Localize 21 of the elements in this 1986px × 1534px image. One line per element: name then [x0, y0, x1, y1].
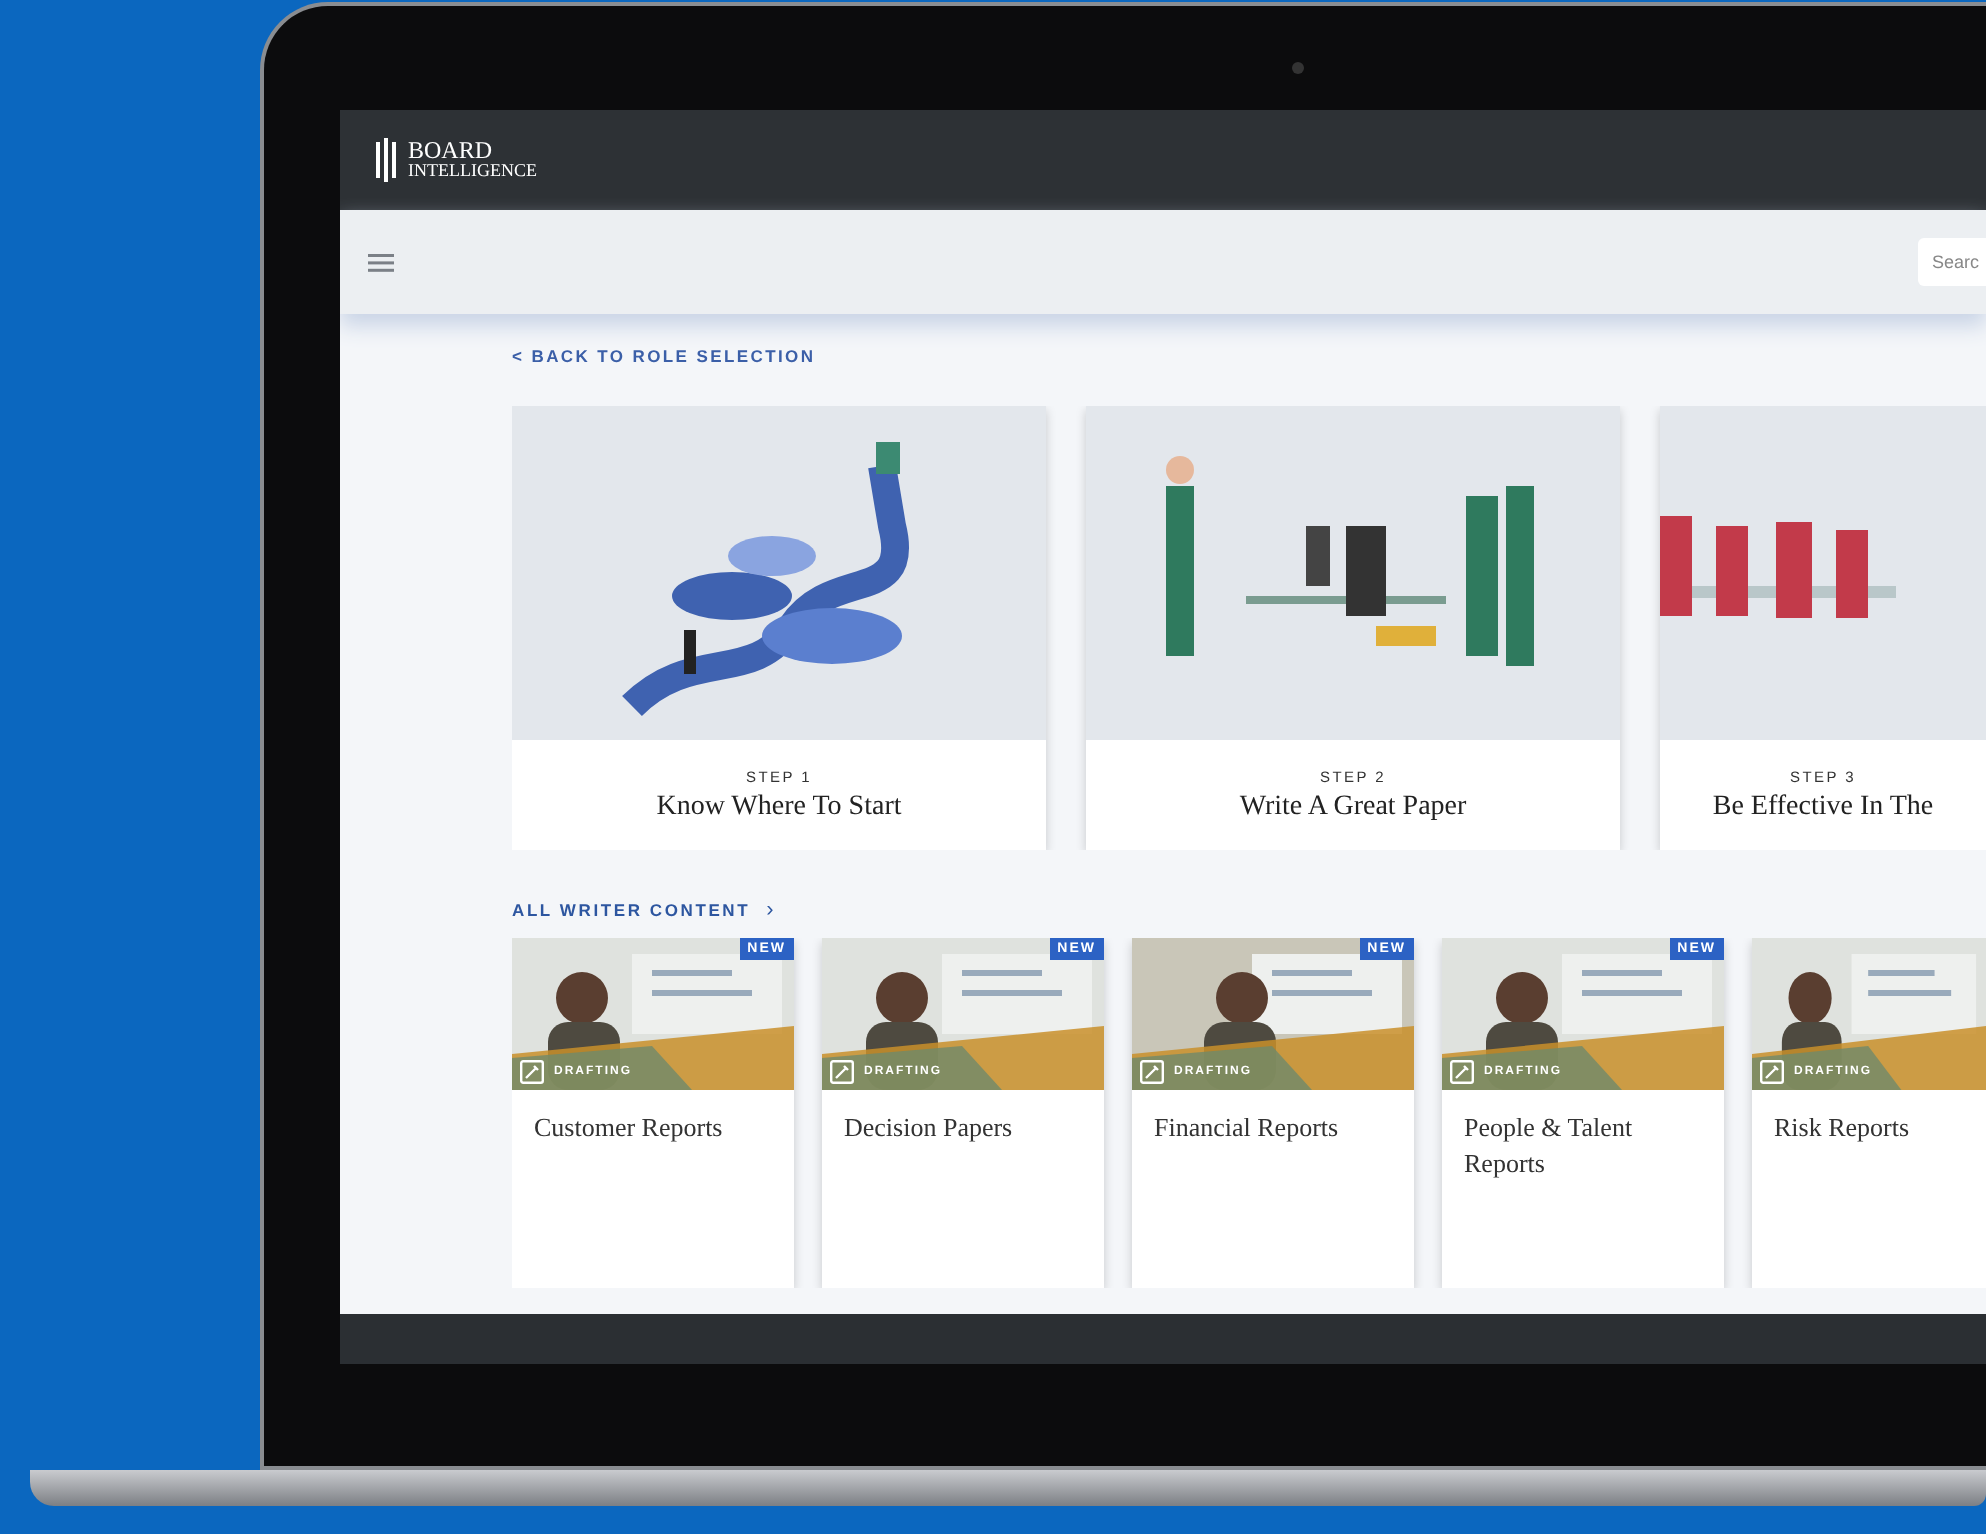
- back-link[interactable]: < BACK TO ROLE SELECTION: [512, 346, 816, 366]
- menu-icon[interactable]: [368, 253, 394, 271]
- chevron-icon: ›: [766, 898, 774, 922]
- step-title: Write A Great Paper: [1239, 791, 1467, 823]
- logo-text: BOARD INTELLIGENCE: [408, 140, 537, 180]
- step-title: Be Effective In The: [1712, 791, 1934, 823]
- search-field[interactable]: Searc: [1918, 238, 1986, 286]
- pen-icon: [520, 1060, 544, 1084]
- card-title: Financial Reports: [1152, 1110, 1341, 1146]
- pen-icon: [1760, 1060, 1784, 1084]
- section-link[interactable]: ALL WRITER CONTENT: [512, 900, 751, 920]
- pen-icon: [830, 1060, 854, 1084]
- step-title: Know Where To Start: [656, 791, 902, 823]
- pen-icon: [1140, 1060, 1164, 1084]
- card-title: Customer Reports: [532, 1110, 725, 1146]
- card-title: People & Talent Reports: [1462, 1110, 1635, 1182]
- camera-lens: [1292, 62, 1304, 74]
- card-title: Decision Papers: [842, 1110, 1015, 1146]
- logo-icon: [376, 138, 396, 182]
- pen-icon: [1450, 1060, 1474, 1084]
- card-title: Risk Reports: [1772, 1110, 1912, 1146]
